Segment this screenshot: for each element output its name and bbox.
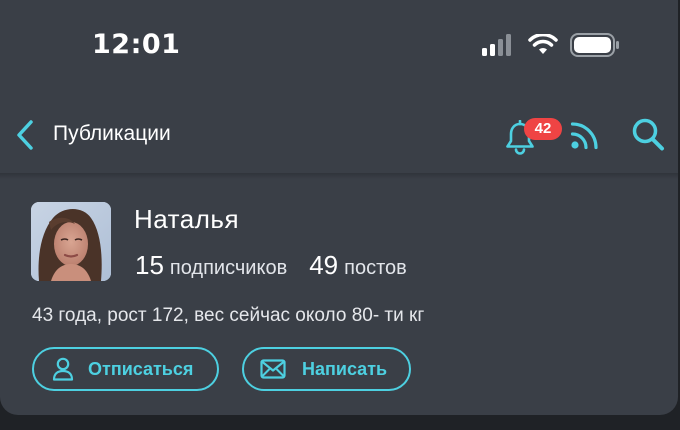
profile-bio: 43 года, рост 172, вес сейчас около 80- … <box>32 305 425 326</box>
search-icon[interactable] <box>631 117 665 153</box>
status-icons <box>480 33 620 57</box>
notification-badge: 42 <box>524 118 562 140</box>
header-divider <box>0 173 678 179</box>
wifi-icon <box>528 34 558 54</box>
app-frame: 12:01 Публикации 42 Наталья 15 подписчик… <box>0 0 678 415</box>
top-app-bar: Публикации 42 <box>0 100 678 170</box>
write-label: Написать <box>302 358 388 379</box>
followers-label: подписчиков <box>169 257 288 279</box>
avatar-photo <box>31 202 111 281</box>
signal-icon <box>482 34 511 56</box>
followers-count: 15 <box>135 250 164 280</box>
back-chevron-icon[interactable] <box>12 118 38 152</box>
status-time: 12:01 <box>92 29 181 60</box>
unsubscribe-label: Отписаться <box>88 358 194 379</box>
profile-stats: 15 подписчиков 49 постов <box>135 250 407 281</box>
posts-label: постов <box>344 257 407 279</box>
envelope-icon <box>260 359 286 379</box>
battery-icon <box>570 33 619 57</box>
write-message-button[interactable]: Написать <box>242 347 411 391</box>
avatar <box>31 202 111 281</box>
profile-name: Наталья <box>134 204 240 234</box>
notifications-button[interactable]: 42 <box>504 114 562 158</box>
screen: 12:01 Публикации 42 Наталья 15 подписчик… <box>0 0 680 430</box>
posts-count: 49 <box>309 250 339 280</box>
page-title: Публикации <box>53 122 171 145</box>
unsubscribe-button[interactable]: Отписаться <box>32 347 219 391</box>
user-icon <box>52 357 74 381</box>
rss-icon[interactable] <box>569 119 601 151</box>
